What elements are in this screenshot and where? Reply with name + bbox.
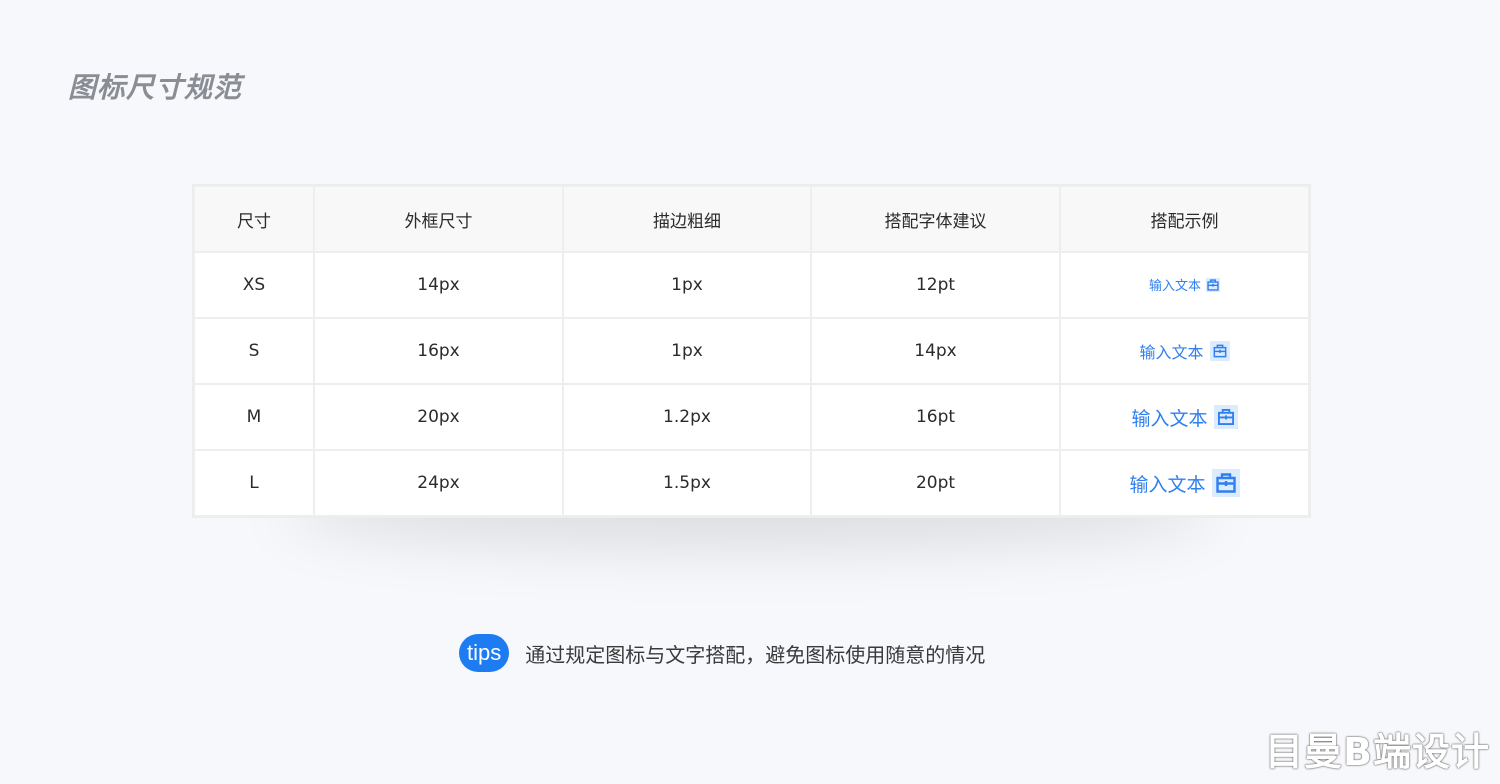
store-icon [1213,405,1238,429]
table-row: S 16px 1px 14px 输入文本 [193,317,1310,385]
cell-example: 输入文本 [1059,449,1310,517]
cell-font-suggestion: 12pt [810,251,1061,319]
cell-frame-size: 20px [313,383,564,451]
header-frame-size: 外框尺寸 [313,185,564,253]
example-m: 输入文本 [1131,404,1238,431]
icon-size-spec-table: 尺寸 外框尺寸 描边粗细 搭配字体建议 搭配示例 XS 14px 1px 12p… [193,185,1310,517]
tips-badge: tips [459,634,510,672]
cell-stroke-width: 1px [562,317,812,385]
cell-font-suggestion: 20pt [810,449,1061,517]
cell-size: M [193,383,315,451]
cell-stroke-width: 1.2px [562,383,812,451]
cell-size: S [193,317,315,385]
page-title: 图标尺寸规范 [68,71,243,104]
example-text: 输入文本 [1129,473,1206,496]
cell-font-suggestion: 14px [810,317,1061,385]
cell-example: 输入文本 [1059,317,1310,385]
table-row: XS 14px 1px 12pt 输入文本 [193,251,1310,319]
cell-font-suggestion: 16pt [810,383,1061,451]
watermark: 目曼B端设计 [1265,730,1490,774]
table-header-row: 尺寸 外框尺寸 描边粗细 搭配字体建议 搭配示例 [193,185,1310,253]
cell-frame-size: 16px [313,317,564,385]
table-row: L 24px 1.5px 20pt 输入文本 [193,449,1310,517]
example-text: 输入文本 [1139,343,1204,362]
tips-note: tips 通过规定图标与文字搭配，避免图标使用随意的情况 [459,634,985,672]
cell-size: XS [193,251,315,319]
header-stroke-width: 描边粗细 [562,185,812,253]
cell-example: 输入文本 [1059,383,1310,451]
tips-text: 通过规定图标与文字搭配，避免图标使用随意的情况 [525,642,986,667]
example-xs: 输入文本 [1149,275,1220,294]
example-s: 输入文本 [1139,339,1230,363]
cell-size: L [193,449,315,517]
cell-stroke-width: 1.5px [562,449,812,517]
store-icon [1209,341,1230,361]
header-example: 搭配示例 [1059,185,1310,253]
cell-example: 输入文本 [1059,251,1310,319]
cell-stroke-width: 1px [562,251,812,319]
cell-frame-size: 14px [313,251,564,319]
cell-frame-size: 24px [313,449,564,517]
example-l: 输入文本 [1129,469,1240,497]
header-size: 尺寸 [193,185,315,253]
header-font-suggestion: 搭配字体建议 [810,185,1061,253]
table-row: M 20px 1.2px 16pt 输入文本 [193,383,1310,451]
store-icon [1206,277,1220,292]
example-text: 输入文本 [1131,407,1208,430]
example-text: 输入文本 [1148,279,1201,294]
store-icon [1211,469,1240,497]
